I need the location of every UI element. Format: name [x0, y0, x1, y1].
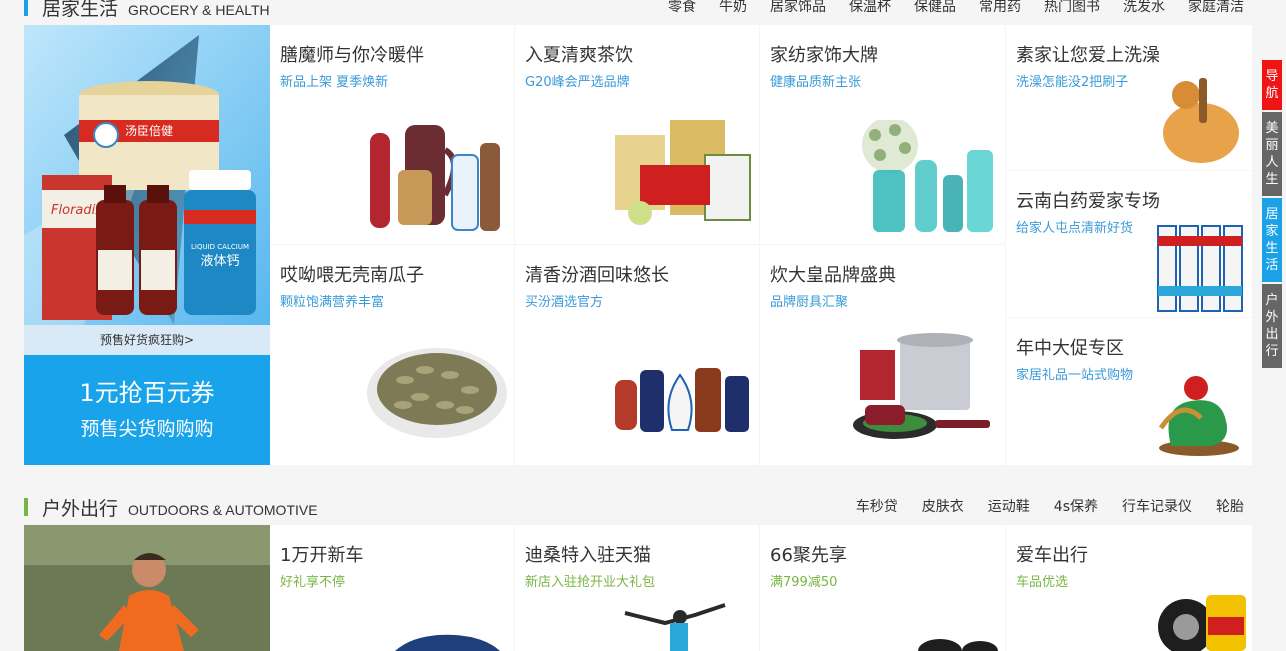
nav-link-supplements[interactable]: 保健品 [914, 0, 956, 16]
nav-link-books[interactable]: 热门图书 [1044, 0, 1100, 16]
tile-title: 哎呦喂无壳南瓜子 [280, 265, 424, 286]
banner-caption[interactable]: 预售好货疯狂购> [24, 325, 270, 355]
tile-bath-brush[interactable]: 素家让您爱上洗澡 洗澡怎能没2把刷子 [1006, 25, 1252, 170]
tile-subtitle: 健康品质新主张 [770, 75, 862, 90]
tile-subtitle: 给家人屯点清新好货 [1016, 221, 1134, 236]
nav-link-thermos[interactable]: 保温杯 [849, 0, 891, 16]
grocery-banner[interactable]: 汤臣倍健 Floradix LIQUID CALCIUM 液体钙 预售好货疯狂购… [24, 25, 270, 465]
tile-subtitle: 车品优选 [1016, 575, 1069, 590]
section-accent-bar [24, 498, 28, 516]
bath-brush-image [1163, 78, 1239, 163]
nav-link-tires[interactable]: 轮胎 [1216, 496, 1244, 516]
outdoor-section-header: 户外出行 OUTDOORS & AUTOMOTIVE 车秒贷 皮肤衣 运动鞋 4s… [24, 492, 1252, 522]
svg-text:液体钙: 液体钙 [200, 254, 239, 269]
grocery-nav: 零食 牛奶 居家饰品 保温杯 保健品 常用药 热门图书 洗发水 家庭清洁 [668, 0, 1244, 16]
banner-promo[interactable]: 1元抢百元券 预售尖货购购购 [24, 355, 270, 465]
nav-link-cleaning[interactable]: 家庭清洁 [1188, 0, 1244, 16]
svg-text:Floradix: Floradix [51, 203, 103, 218]
sidenav-home-living[interactable]: 居家生活 [1262, 198, 1282, 282]
nav-link-skin-jacket[interactable]: 皮肤衣 [922, 496, 964, 516]
tile-title: 云南白药爱家专场 [1016, 191, 1160, 212]
tile-title: 爱车出行 [1016, 545, 1088, 566]
tile-subtitle: 颗粒饱满营养丰富 [280, 295, 385, 310]
tile-title: 迪桑特入驻天猫 [525, 545, 651, 566]
tile-subtitle: 新品上架 夏季焕新 [280, 75, 389, 90]
promo-line-1: 1元抢百元券 [79, 379, 215, 407]
tile-tea[interactable]: 入夏清爽茶饮 G20峰会严选品牌 [515, 25, 759, 244]
section-title-en: OUTDOORS & AUTOMOTIVE [128, 502, 318, 518]
gift-ornament-image [1158, 376, 1239, 456]
outdoor-nav: 车秒贷 皮肤衣 运动鞋 4s保养 行车记录仪 轮胎 [856, 496, 1244, 516]
section-title: 居家生活 GROCERY & HEALTH [42, 0, 270, 21]
tire-oil-image [1158, 595, 1246, 651]
tile-title: 入夏清爽茶饮 [525, 45, 633, 66]
nav-link-home-decor[interactable]: 居家饰品 [770, 0, 826, 16]
tile-title: 炊大皇品牌盛典 [770, 265, 896, 286]
tile-title: 1万开新车 [280, 545, 364, 566]
tile-new-car[interactable]: 1万开新车 好礼享不停 [270, 525, 514, 651]
nav-link-sneakers[interactable]: 运动鞋 [988, 496, 1030, 516]
nav-link-shampoo[interactable]: 洗发水 [1123, 0, 1165, 16]
product-image [918, 639, 998, 651]
tile-66-deal[interactable]: 66聚先享 满799减50 [760, 525, 1005, 651]
sidenav-beauty[interactable]: 美丽人生 [1262, 112, 1282, 196]
tile-subtitle: 新店入驻抢开业大礼包 [525, 575, 656, 590]
cookware-image [853, 333, 990, 439]
tile-subtitle: 家居礼品一站式购物 [1016, 368, 1134, 383]
runner-image [24, 525, 270, 651]
tile-title: 素家让您爱上洗澡 [1016, 45, 1160, 66]
nav-link-dashcam[interactable]: 行车记录仪 [1122, 496, 1192, 516]
tea-product-image [615, 120, 751, 225]
fenjiu-product-image [615, 368, 749, 432]
tile-subtitle: 洗澡怎能没2把刷子 [1016, 75, 1129, 90]
tile-yunnan-baiyao[interactable]: 云南白药爱家专场 给家人屯点清新好货 [1006, 171, 1252, 317]
vases-image [862, 120, 993, 232]
car-image [395, 634, 500, 651]
tile-cookware[interactable]: 炊大皇品牌盛典 品牌厨具汇聚 [760, 245, 1005, 465]
outdoor-banner[interactable] [24, 525, 270, 651]
nav-link-4s-service[interactable]: 4s保养 [1054, 496, 1098, 516]
tile-subtitle: 好礼享不停 [280, 575, 346, 590]
thermos-product-image [370, 125, 500, 231]
tile-pumpkin-seeds[interactable]: 哎呦喂无壳南瓜子 颗粒饱满营养丰富 [270, 245, 514, 465]
section-title-en: GROCERY & HEALTH [128, 2, 270, 18]
tile-subtitle: 品牌厨具汇聚 [770, 295, 849, 310]
sidenav-outdoors[interactable]: 户外出行 [1262, 284, 1282, 368]
tile-title: 年中大促专区 [1016, 338, 1124, 359]
toothpaste-image [1157, 225, 1243, 312]
nav-link-snacks[interactable]: 零食 [668, 0, 696, 16]
sidenav-guide[interactable]: 导航 [1262, 60, 1282, 110]
tile-car-travel[interactable]: 爱车出行 车品优选 [1006, 525, 1252, 651]
section-accent-bar [24, 0, 28, 16]
floor-side-nav: 导航 美丽人生 居家生活 户外出行 [1262, 60, 1282, 370]
section-title-cn: 居家生活 [42, 0, 119, 20]
outdoor-floor: 1万开新车 好礼享不停 迪桑特入驻天猫 新店入驻抢开业大礼包 66聚先享 满79… [24, 525, 1252, 651]
svg-text:汤臣倍健: 汤臣倍健 [125, 123, 173, 138]
athlete-image [624, 603, 726, 651]
nav-link-milk[interactable]: 牛奶 [719, 0, 747, 16]
tile-title: 膳魔师与你冷暖伴 [280, 45, 424, 66]
section-title: 户外出行 OUTDOORS & AUTOMOTIVE [42, 494, 318, 521]
svg-text:LIQUID CALCIUM: LIQUID CALCIUM [191, 243, 249, 251]
tile-title: 66聚先享 [770, 545, 847, 566]
tile-subtitle: G20峰会严选品牌 [525, 75, 630, 90]
tile-mid-year-sale[interactable]: 年中大促专区 家居礼品一站式购物 [1006, 318, 1252, 465]
tile-descente[interactable]: 迪桑特入驻天猫 新店入驻抢开业大礼包 [515, 525, 759, 651]
grocery-section-header: 居家生活 GROCERY & HEALTH 零食 牛奶 居家饰品 保温杯 保健品 … [24, 0, 1252, 22]
tile-fenjiu[interactable]: 清香汾酒回味悠长 买汾酒选官方 [515, 245, 759, 465]
nav-link-car-loan[interactable]: 车秒贷 [856, 496, 898, 516]
tile-title: 清香汾酒回味悠长 [525, 265, 669, 286]
tile-subtitle: 满799减50 [770, 575, 838, 590]
grocery-floor: 汤臣倍健 Floradix LIQUID CALCIUM 液体钙 预售好货疯狂购… [24, 25, 1252, 465]
tile-subtitle: 买汾酒选官方 [525, 295, 604, 310]
section-title-cn: 户外出行 [42, 498, 119, 520]
tile-thermos[interactable]: 膳魔师与你冷暖伴 新品上架 夏季焕新 [270, 25, 514, 244]
banner-product-image: 汤臣倍健 Floradix LIQUID CALCIUM 液体钙 [24, 25, 270, 325]
pumpkin-seeds-image [367, 348, 507, 438]
tile-title: 家纺家饰大牌 [770, 45, 878, 66]
promo-line-2: 预售尖货购购购 [80, 418, 214, 440]
nav-link-medicine[interactable]: 常用药 [979, 0, 1021, 16]
tile-home-textile[interactable]: 家纺家饰大牌 健康品质新主张 [760, 25, 1005, 244]
